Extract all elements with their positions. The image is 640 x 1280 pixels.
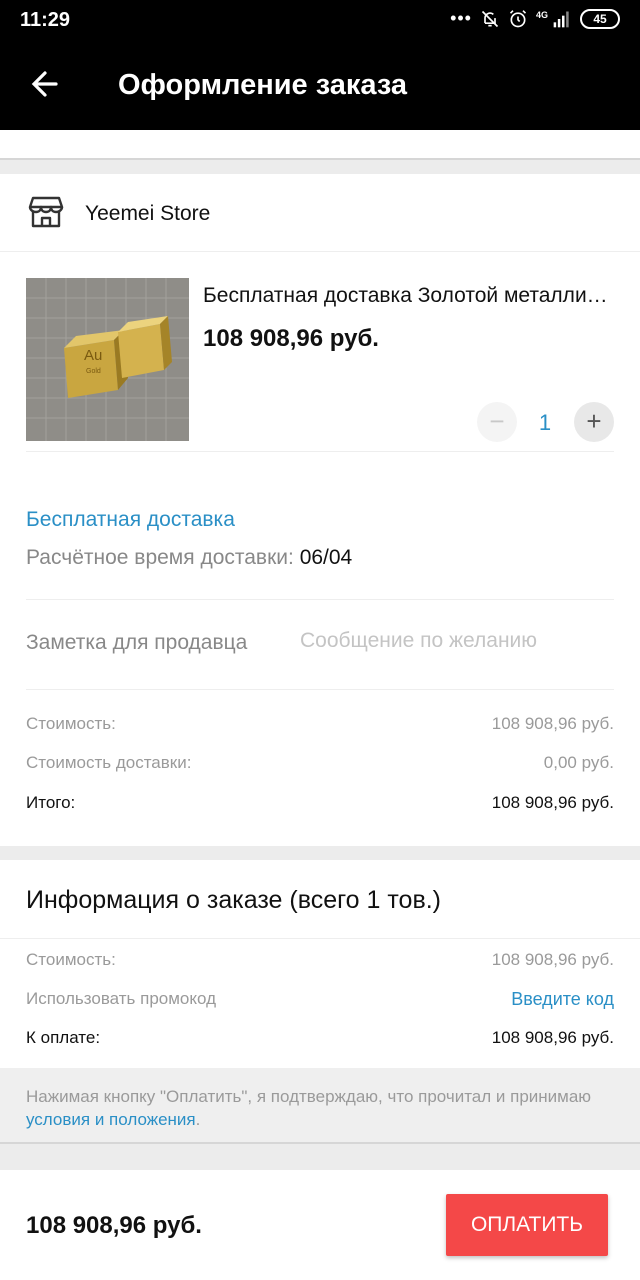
amount-due-label: К оплате:: [26, 1028, 101, 1047]
product-image[interactable]: Au Gold: [26, 278, 189, 441]
status-bar: 11:29 ••• 4G 45: [0, 0, 640, 40]
divider: [0, 938, 640, 939]
order-info-heading: Информация о заказе (всего 1 тов.): [26, 886, 441, 914]
order-cost-label: Стоимость:: [26, 950, 116, 969]
product-price: 108 908,96 руб.: [203, 325, 379, 352]
store-icon: [28, 196, 64, 228]
terms-text: Нажимая кнопку "Оплатить", я подтверждаю…: [26, 1087, 592, 1106]
top-divider-strip: [0, 130, 640, 160]
store-name: Yeemei Store: [85, 202, 211, 225]
battery-icon: 45: [580, 8, 620, 29]
delivery-estimate-value: 06/04: [299, 546, 353, 569]
shipping-method-link[interactable]: Бесплатная доставка: [26, 508, 235, 532]
store-total-label: Итого:: [26, 793, 76, 812]
quantity-decrease-button[interactable]: −: [477, 402, 517, 442]
status-icons: ••• 4G 45: [450, 8, 620, 29]
divider: [26, 599, 614, 600]
amount-due-value: 108 908,96 руб.: [491, 1028, 614, 1047]
divider: [26, 451, 614, 452]
gold-cube-image: Au Gold: [26, 278, 189, 441]
shipping-cost-label: Стоимость доставки:: [26, 753, 192, 772]
delivery-estimate: Расчётное время доставки: 06/04: [26, 546, 352, 570]
terms-link[interactable]: условия и положения: [26, 1110, 196, 1129]
quantity-value: 1: [538, 410, 552, 435]
network-type: 4G: [535, 9, 548, 20]
amount-due-row: К оплате: 108 908,96 руб.: [26, 1028, 614, 1048]
delivery-estimate-label: Расчётное время доставки:: [26, 546, 300, 569]
battery-level: 45: [593, 11, 607, 26]
terms-notice: Нажимая кнопку "Оплатить", я подтверждаю…: [0, 1068, 640, 1144]
arrow-back-icon[interactable]: [26, 64, 66, 104]
cube-name: Gold: [86, 368, 101, 375]
signal-icon: [553, 11, 569, 27]
store-total-value: 108 908,96 руб.: [491, 793, 614, 812]
store-cost-label: Стоимость:: [26, 714, 116, 733]
shipping-cost-row: Стоимость доставки: 0,00 руб.: [26, 753, 614, 773]
checkout-total: 108 908,96 руб.: [26, 1212, 202, 1239]
promo-label: Использовать промокод: [26, 989, 217, 1008]
order-info-card: Информация о заказе (всего 1 тов.) Стоим…: [0, 860, 640, 1068]
status-time: 11:29: [20, 9, 71, 31]
product-title[interactable]: Бесплатная доставка Золотой металлически…: [203, 284, 613, 308]
bell-off-icon: [481, 10, 499, 27]
shipping-cost-value: 0,00 руб.: [543, 753, 614, 772]
terms-text-end: .: [195, 1110, 201, 1129]
more-dots-icon: •••: [450, 8, 472, 28]
app-bar: Оформление заказа: [0, 40, 640, 130]
store-row[interactable]: Yeemei Store: [0, 174, 640, 252]
checkout-bar: 108 908,96 руб. ОПЛАТИТЬ: [0, 1170, 640, 1280]
order-cost-value: 108 908,96 руб.: [491, 950, 614, 969]
page-title: Оформление заказа: [118, 69, 408, 101]
store-cost-row: Стоимость: 108 908,96 руб.: [26, 714, 614, 734]
store-order-card: Yeemei Store Au Gold Бесплатная доставка…: [0, 174, 640, 846]
order-cost-row: Стоимость: 108 908,96 руб.: [26, 950, 614, 970]
quantity-increase-button[interactable]: +: [574, 402, 614, 442]
enter-promo-code-link[interactable]: Введите код: [511, 989, 614, 1010]
seller-note-label: Заметка для продавца: [26, 631, 248, 654]
store-cost-value: 108 908,96 руб.: [491, 714, 614, 733]
cube-symbol: Au: [84, 347, 102, 364]
alarm-icon: [509, 9, 527, 27]
divider: [26, 689, 614, 690]
promo-row: Использовать промокод Введите код: [26, 989, 614, 1009]
store-total-row: Итого: 108 908,96 руб.: [26, 793, 614, 813]
pay-button[interactable]: ОПЛАТИТЬ: [446, 1194, 608, 1256]
seller-note-input[interactable]: [300, 629, 614, 653]
